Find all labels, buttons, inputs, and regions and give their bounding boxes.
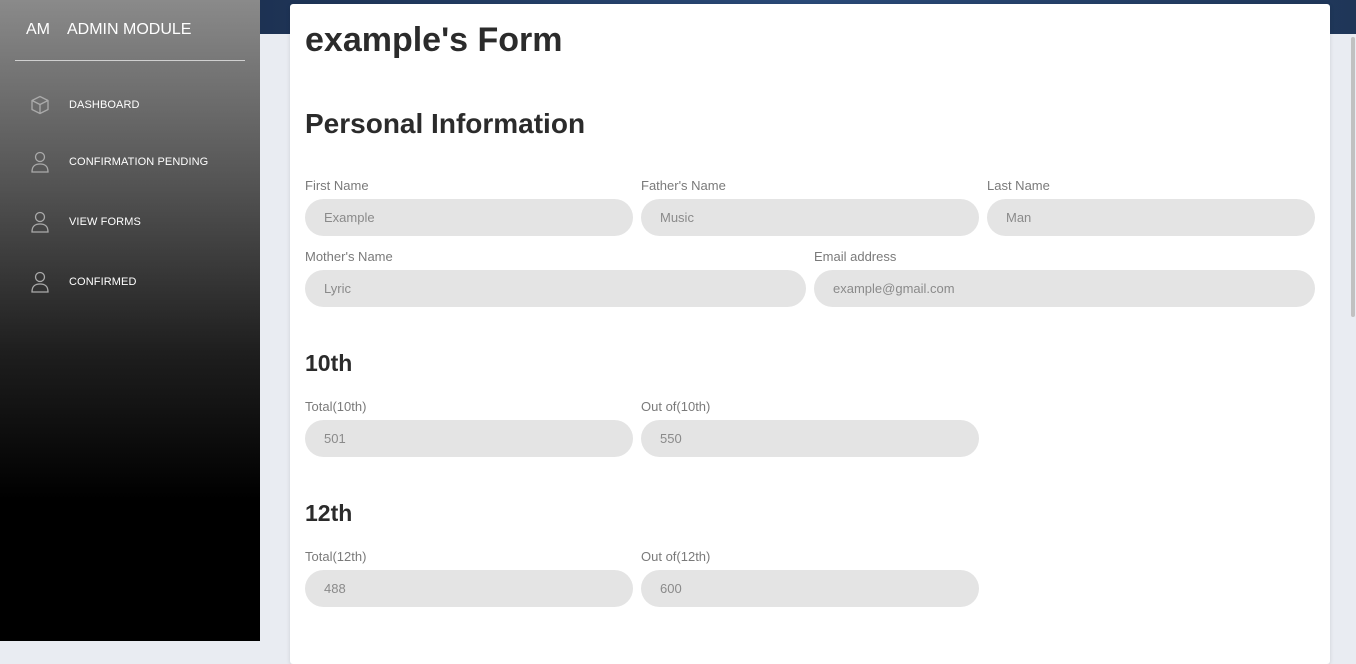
sidebar-item-label: CONFIRMATION PENDING	[69, 156, 209, 168]
user-icon	[30, 210, 50, 234]
brand[interactable]: AM ADMIN MODULE	[26, 20, 246, 40]
total-10th-field[interactable]	[305, 420, 633, 457]
sidebar-item-label: CONFIRMED	[69, 276, 137, 288]
sidebar-item-view-forms[interactable]: VIEW FORMS	[30, 210, 245, 234]
sidebar-item-confirmed[interactable]: CONFIRMED	[30, 270, 245, 294]
out-of-12th-field[interactable]	[641, 570, 979, 607]
form-card: example's Form Personal Information Firs…	[290, 4, 1330, 664]
fathers-name-field[interactable]	[641, 199, 979, 236]
user-icon	[30, 270, 50, 294]
twelfth-heading: 12th	[305, 500, 353, 526]
brand-divider	[15, 60, 245, 61]
personal-info-heading: Personal Information	[305, 108, 586, 139]
page-title: example's Form	[305, 21, 563, 59]
cube-icon	[30, 93, 50, 117]
last-name-field[interactable]	[987, 199, 1315, 236]
scrollbar-thumb[interactable]	[1351, 37, 1355, 317]
brand-name: ADMIN MODULE	[67, 21, 192, 38]
sidebar: AM ADMIN MODULE DASHBOARD CONFIRMATION P…	[0, 0, 260, 641]
mothers-name-label: Mother's Name	[305, 249, 393, 264]
fathers-name-label: Father's Name	[641, 178, 726, 193]
user-icon	[30, 150, 50, 174]
total-12th-label: Total(12th)	[305, 549, 367, 564]
sidebar-item-confirmation-pending[interactable]: CONFIRMATION PENDING	[30, 150, 245, 174]
sidebar-item-label: DASHBOARD	[69, 99, 140, 111]
email-field[interactable]	[814, 270, 1315, 307]
mothers-name-field[interactable]	[305, 270, 806, 307]
first-name-field[interactable]	[305, 199, 633, 236]
last-name-label: Last Name	[987, 178, 1050, 193]
sidebar-item-label: VIEW FORMS	[69, 216, 141, 228]
sidebar-item-dashboard[interactable]: DASHBOARD	[30, 93, 245, 117]
email-label: Email address	[814, 249, 897, 264]
total-12th-field[interactable]	[305, 570, 633, 607]
out-of-10th-label: Out of(10th)	[641, 399, 711, 414]
brand-mini: AM	[26, 21, 50, 38]
out-of-12th-label: Out of(12th)	[641, 549, 711, 564]
total-10th-label: Total(10th)	[305, 399, 367, 414]
tenth-heading: 10th	[305, 350, 353, 376]
out-of-10th-field[interactable]	[641, 420, 979, 457]
first-name-label: First Name	[305, 178, 369, 193]
